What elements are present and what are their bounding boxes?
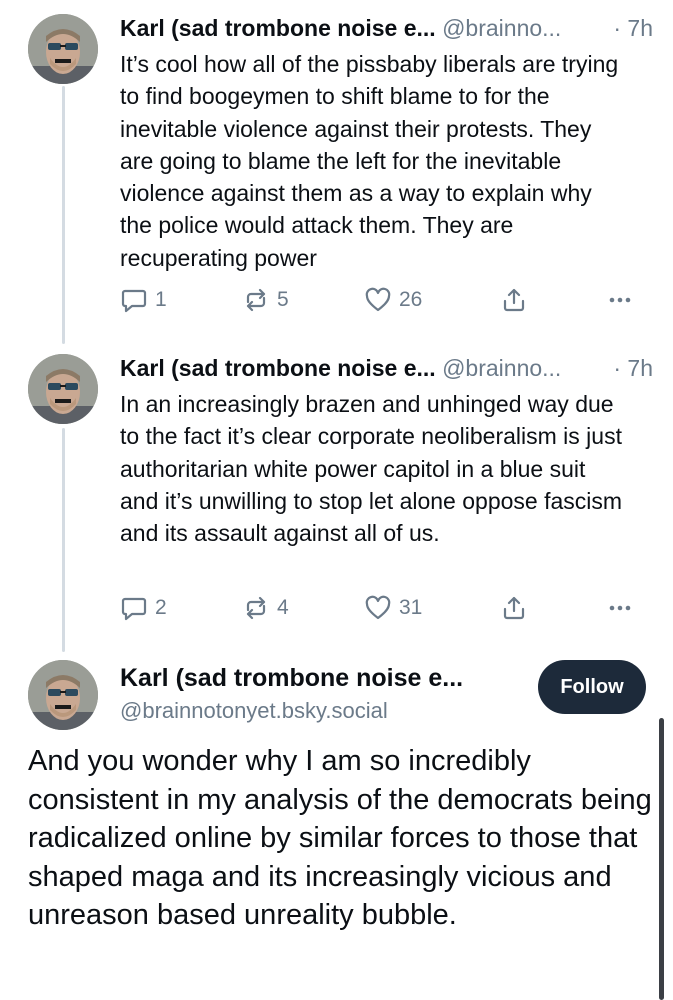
reply-count: 2 [155, 596, 167, 619]
more-button[interactable] [606, 284, 634, 316]
share-button[interactable] [500, 592, 528, 624]
share-icon [500, 286, 528, 314]
author-name[interactable]: Karl (sad trombone noise e... [120, 664, 463, 693]
avatar[interactable] [28, 660, 98, 730]
reply-button[interactable]: 1 [120, 284, 167, 316]
like-button[interactable]: 31 [364, 592, 422, 624]
post-meta: Karl (sad trombone noise e... @brainno..… [120, 352, 653, 384]
repost-count: 4 [277, 596, 289, 619]
reply-icon [120, 594, 148, 622]
repost-icon [242, 594, 270, 622]
post-text: It’s cool how all of the pissbaby libera… [120, 51, 619, 271]
repost-button[interactable]: 4 [242, 592, 289, 624]
main-post-text: And you wonder why I am so incredibly co… [28, 745, 652, 931]
thread-post[interactable]: Karl (sad trombone noise e... @brainno..… [0, 0, 673, 340]
post-actions: 1 5 26 [120, 284, 650, 316]
post-meta: Karl (sad trombone noise e... @brainno..… [120, 12, 653, 44]
repost-count: 5 [277, 288, 289, 311]
author-name[interactable]: Karl (sad trombone noise e... [120, 355, 436, 381]
author-handle[interactable]: @brainnotonyet.bsky.social [120, 698, 388, 724]
reply-button[interactable]: 2 [120, 592, 167, 624]
more-icon [606, 286, 634, 314]
main-post: Karl (sad trombone noise e... @brainnoto… [0, 646, 673, 1000]
post-text: In an increasingly brazen and unhinged w… [120, 391, 623, 547]
post-time: · 7h [613, 15, 653, 41]
like-count: 26 [399, 288, 423, 311]
like-count: 31 [399, 596, 423, 619]
author-handle[interactable]: @brainno... [442, 355, 561, 381]
avatar[interactable] [28, 354, 98, 424]
post-time: · 7h [613, 355, 653, 381]
share-icon [500, 594, 528, 622]
more-button[interactable] [606, 592, 634, 624]
author-name[interactable]: Karl (sad trombone noise e... [120, 15, 436, 41]
repost-icon [242, 286, 270, 314]
share-button[interactable] [500, 284, 528, 316]
heart-icon [364, 286, 392, 314]
heart-icon [364, 594, 392, 622]
post-actions: 2 4 31 [120, 592, 650, 624]
scrollbar[interactable] [659, 718, 664, 1000]
avatar[interactable] [28, 14, 98, 84]
follow-button[interactable]: Follow [538, 660, 646, 714]
author-handle[interactable]: @brainno... [442, 15, 561, 41]
repost-button[interactable]: 5 [242, 284, 289, 316]
like-button[interactable]: 26 [364, 284, 422, 316]
reply-count: 1 [155, 288, 167, 311]
more-icon [606, 594, 634, 622]
reply-icon [120, 286, 148, 314]
thread-post[interactable]: Karl (sad trombone noise e... @brainno..… [0, 340, 673, 660]
